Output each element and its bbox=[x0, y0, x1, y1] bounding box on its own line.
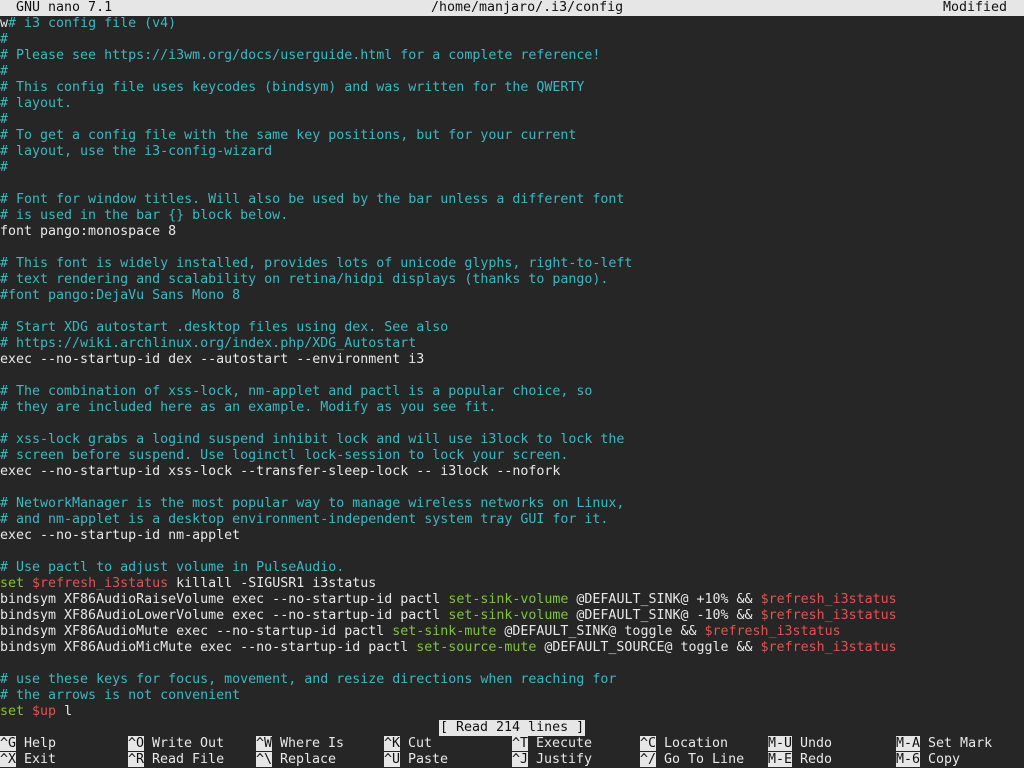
shortcut-execute[interactable]: ^T Execute bbox=[512, 736, 592, 752]
editor-line: # is used in the bar {} block below. bbox=[0, 208, 289, 223]
shortcut-label: Where Is bbox=[272, 736, 345, 751]
shortcut-label: Execute bbox=[528, 736, 593, 751]
shortcut-exit[interactable]: ^X Exit bbox=[0, 752, 56, 768]
shortcut-key: ^/ bbox=[640, 752, 657, 767]
shortcut-label: Justify bbox=[528, 752, 593, 767]
editor-line: w# i3 config file (v4) bbox=[0, 16, 177, 31]
editor-line: # Please see https://i3wm.org/docs/userg… bbox=[0, 48, 601, 63]
editor-line: # bbox=[0, 64, 9, 79]
shortcut-key: ^T bbox=[512, 736, 529, 751]
editor-line: # layout, use the i3-config-wizard bbox=[0, 144, 273, 159]
editor-line: # This font is widely installed, provide… bbox=[0, 256, 633, 271]
nano-title-bar: GNU nano 7.1 /home/manjaro/.i3/config Mo… bbox=[0, 0, 1024, 16]
editor-line: # use these keys for focus, movement, an… bbox=[0, 672, 617, 687]
editor-line: # Start XDG autostart .desktop files usi… bbox=[0, 320, 449, 335]
shortcut-label: Redo bbox=[792, 752, 833, 767]
shortcut-key: ^G bbox=[0, 736, 17, 751]
editor-line: # bbox=[0, 32, 9, 47]
editor-line: font pango:monospace 8 bbox=[0, 224, 177, 239]
shortcut-set-mark[interactable]: M-A Set Mark bbox=[896, 736, 992, 752]
editor-line: #font pango:DejaVu Sans Mono 8 bbox=[0, 288, 241, 303]
editor-line: # Use pactl to adjust volume in PulseAud… bbox=[0, 560, 345, 575]
shortcut-key: ^X bbox=[0, 752, 17, 767]
shortcut-write-out[interactable]: ^O Write Out bbox=[128, 736, 224, 752]
shortcut-label: Set Mark bbox=[920, 736, 993, 751]
editor-line: # NetworkManager is the most popular way… bbox=[0, 496, 625, 511]
editor-line: bindsym XF86AudioLowerVolume exec --no-s… bbox=[0, 608, 897, 623]
editor-line: # text rendering and scalability on reti… bbox=[0, 272, 609, 287]
editor-line: # they are included here as an example. … bbox=[0, 400, 497, 415]
editor-line: # layout. bbox=[0, 96, 73, 111]
editor-line: exec --no-startup-id xss-lock --transfer… bbox=[0, 464, 561, 479]
editor-line: # the arrows is not convenient bbox=[0, 688, 241, 703]
shortcut-key: ^C bbox=[640, 736, 657, 751]
shortcut-label: Write Out bbox=[144, 736, 225, 751]
shortcut-key: ^J bbox=[512, 752, 529, 767]
shortcut-label: Paste bbox=[400, 752, 449, 767]
shortcut-label: Exit bbox=[16, 752, 57, 767]
shortcut-replace[interactable]: ^\ Replace bbox=[256, 752, 336, 768]
editor-line: set $refresh_i3status killall -SIGUSR1 i… bbox=[0, 576, 377, 591]
shortcut-key: ^\ bbox=[256, 752, 273, 767]
shortcut-help[interactable]: ^G Help bbox=[0, 736, 56, 752]
shortcut-key: M-A bbox=[896, 736, 921, 751]
app-version: GNU nano 7.1 bbox=[0, 0, 113, 15]
shortcut-read-file[interactable]: ^R Read File bbox=[128, 752, 224, 768]
editor-line: # https://wiki.archlinux.org/index.php/X… bbox=[0, 336, 417, 351]
modified-status: Modified bbox=[943, 0, 1008, 15]
file-path: /home/manjaro/.i3/config bbox=[431, 0, 624, 15]
shortcut-label: Location bbox=[656, 736, 729, 751]
shortcut-label: Undo bbox=[792, 736, 833, 751]
shortcut-copy[interactable]: M-6 Copy bbox=[896, 752, 960, 768]
shortcut-label: Go To Line bbox=[656, 752, 745, 767]
editor-line: # screen before suspend. Use loginctl lo… bbox=[0, 448, 569, 463]
editor-line: set $up l bbox=[0, 704, 73, 719]
shortcut-key: M-U bbox=[768, 736, 793, 751]
shortcut-key: ^K bbox=[384, 736, 401, 751]
editor-line: # bbox=[0, 112, 9, 127]
editor-line: # This config file uses keycodes (bindsy… bbox=[0, 80, 585, 95]
shortcut-justify[interactable]: ^J Justify bbox=[512, 752, 592, 768]
shortcut-label: Read File bbox=[144, 752, 225, 767]
terminal-window: GNU nano 7.1 /home/manjaro/.i3/config Mo… bbox=[0, 0, 1024, 768]
shortcut-paste[interactable]: ^U Paste bbox=[384, 752, 448, 768]
shortcut-key: M-6 bbox=[896, 752, 921, 767]
shortcut-label: Replace bbox=[272, 752, 337, 767]
editor-line: # xss-lock grabs a logind suspend inhibi… bbox=[0, 432, 625, 447]
status-message: [ Read 214 lines ] bbox=[439, 720, 586, 736]
shortcut-location[interactable]: ^C Location bbox=[640, 736, 728, 752]
shortcut-go-to-line[interactable]: ^/ Go To Line bbox=[640, 752, 744, 768]
shortcut-label: Cut bbox=[400, 736, 433, 751]
shortcut-key: M-E bbox=[768, 752, 793, 767]
editor-line: # The combination of xss-lock, nm-applet… bbox=[0, 384, 593, 399]
shortcut-key: ^U bbox=[384, 752, 401, 767]
editor-line: exec --no-startup-id nm-applet bbox=[0, 528, 241, 543]
shortcut-cut[interactable]: ^K Cut bbox=[384, 736, 432, 752]
shortcut-key: ^R bbox=[128, 752, 145, 767]
editor-line: # bbox=[0, 160, 9, 175]
editor-line: bindsym XF86AudioMicMute exec --no-start… bbox=[0, 640, 897, 655]
shortcut-key: ^O bbox=[128, 736, 145, 751]
editor-line: # Font for window titles. Will also be u… bbox=[0, 192, 625, 207]
editor-line: bindsym XF86AudioMute exec --no-startup-… bbox=[0, 624, 841, 639]
shortcut-redo[interactable]: M-E Redo bbox=[768, 752, 832, 768]
editor-line: bindsym XF86AudioRaiseVolume exec --no-s… bbox=[0, 592, 897, 607]
shortcut-where-is[interactable]: ^W Where Is bbox=[256, 736, 344, 752]
shortcut-label: Help bbox=[16, 736, 57, 751]
shortcut-label: Copy bbox=[920, 752, 961, 767]
shortcut-undo[interactable]: M-U Undo bbox=[768, 736, 832, 752]
shortcut-key: ^W bbox=[256, 736, 273, 751]
editor-line: # To get a config file with the same key… bbox=[0, 128, 577, 143]
editor-line: # and nm-applet is a desktop environment… bbox=[0, 512, 609, 527]
editor-line: exec --no-startup-id dex --autostart --e… bbox=[0, 352, 425, 367]
